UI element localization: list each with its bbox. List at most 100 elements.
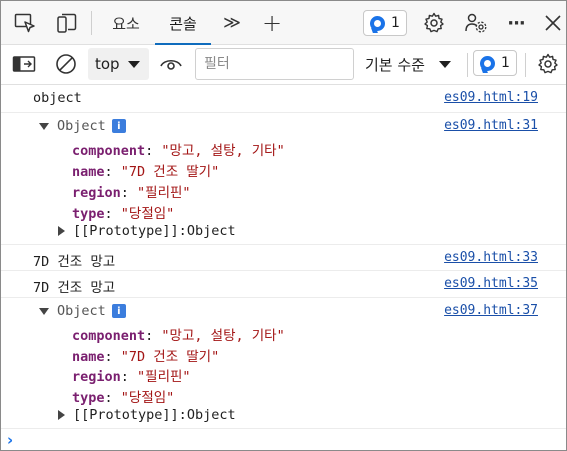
device-emulation-button[interactable] [53,9,81,37]
clear-console-button[interactable] [52,50,80,78]
source-link[interactable]: es09.html:33 [444,250,538,265]
property-value: "망고, 설탕, 기타" [161,143,285,159]
tab-elements[interactable]: 요소 [99,1,153,45]
object-property: region: "필리핀" [72,185,191,201]
chevron-double-right-icon: ≫ [223,13,241,33]
collapse-triangle-icon [58,410,65,420]
property-key: region [72,185,121,201]
property-value: "당절임" [120,206,175,222]
inspect-element-button[interactable] [11,9,39,37]
property-key: region [72,369,121,385]
console-settings-button[interactable] [534,50,562,78]
divider [1,428,566,429]
console-message: object es09.html:19 [1,85,566,113]
tab-console-label: 콘솔 [169,14,197,33]
context-value: top [95,55,120,73]
expand-triangle-icon [39,307,49,315]
tab-elements-label: 요소 [112,14,140,33]
close-devtools-button[interactable] [539,9,566,37]
message-text: 7D 건조 망고 [33,254,116,270]
more-options-button[interactable]: ··· [501,1,531,45]
info-icon[interactable]: i [111,119,126,133]
property-value: "7D 건조 딸기" [120,164,220,180]
issues-count: 1 [501,55,510,71]
object-property: type: "당절임" [72,206,175,222]
issues-badge-toolbar[interactable]: 1 [473,50,517,76]
device-icon [57,13,77,33]
console-message-object: Object i es09.html:31 component: "망고, 설탕… [1,113,566,245]
property-value: "7D 건조 딸기" [120,349,220,365]
source-link[interactable]: es09.html:19 [444,90,538,105]
more-tabs-button[interactable]: ≫ [217,1,247,45]
customize-button[interactable] [462,9,490,37]
ellipsis-icon: ··· [507,12,525,34]
property-value: "필리핀" [137,185,191,201]
console-toolbar: top 기본 수준 1 [1,45,566,85]
prototype-key: [[Prototype]] [73,407,179,423]
property-key: type [72,390,105,406]
property-value: "망고, 설탕, 기타" [161,328,285,344]
divider [525,53,526,77]
chevron-down-icon [438,60,451,68]
settings-button[interactable] [420,9,448,37]
console-output: object es09.html:19 Object i es09.html:3… [1,85,566,450]
property-value: "필리핀" [137,369,191,385]
tab-console[interactable]: 콘솔 [155,1,211,45]
clear-icon [56,54,76,74]
message-bubble-icon [480,55,495,71]
add-tab-button[interactable]: + [257,1,287,45]
issues-badge[interactable]: 1 [363,10,407,36]
devtools-window: 요소 콘솔 ≫ + 1 ··· top 필터 기본 수준 1 object es… [0,0,567,451]
sidebar-toggle-button[interactable] [10,50,38,78]
object-label: Object [57,118,106,134]
property-key: type [72,206,105,222]
context-select[interactable]: top [88,48,149,80]
info-icon[interactable]: i [111,304,126,318]
issues-count: 1 [391,15,400,31]
message-text: object [33,90,82,106]
object-property: component: "망고, 설탕, 기타" [72,328,285,344]
log-levels-dropdown[interactable]: 기본 수준 [365,48,451,80]
property-key: name [72,164,105,180]
prototype-value: Object [186,223,236,239]
property-key: component [72,328,146,344]
prototype-value: Object [186,407,236,423]
object-property: name: "7D 건조 딸기" [72,164,220,180]
object-property: region: "필리핀" [72,369,191,385]
object-toggle[interactable]: Object i [39,118,126,134]
chevron-down-icon [128,61,140,68]
prototype-toggle[interactable]: [[Prototype]]: Object [58,407,236,423]
prototype-key: [[Prototype]] [73,223,179,239]
object-property: component: "망고, 설탕, 기타" [72,143,285,159]
property-value: "당절임" [120,390,175,406]
close-icon [545,15,561,31]
people-settings-icon [465,13,487,33]
gear-icon [424,12,444,33]
object-toggle[interactable]: Object i [39,303,126,319]
console-prompt-icon[interactable]: › [7,431,13,449]
console-message-object: Object i es09.html:37 component: "망고, 설탕… [1,298,566,428]
filter-input[interactable] [195,48,354,80]
object-property: type: "당절임" [72,390,175,406]
inspect-icon [14,13,35,33]
prototype-toggle[interactable]: [[Prototype]]: Object [58,223,236,239]
object-label: Object [57,303,106,319]
message-text: 7D 건조 망고 [33,280,116,296]
source-link[interactable]: es09.html:37 [444,303,538,318]
live-expression-button[interactable] [157,50,185,78]
object-property: name: "7D 건조 딸기" [72,349,220,365]
property-key: name [72,349,105,365]
expand-triangle-icon [39,122,49,130]
property-key: component [72,143,146,159]
console-message: 7D 건조 망고 es09.html:33 [1,245,566,271]
message-bubble-icon [370,15,385,31]
gear-icon [538,53,558,74]
source-link[interactable]: es09.html:31 [444,118,538,133]
divider [467,53,468,77]
plus-icon: + [261,9,283,37]
divider [91,11,92,35]
sidebar-icon [12,56,36,72]
collapse-triangle-icon [58,226,65,236]
source-link[interactable]: es09.html:35 [444,276,538,291]
eye-icon [160,59,182,70]
